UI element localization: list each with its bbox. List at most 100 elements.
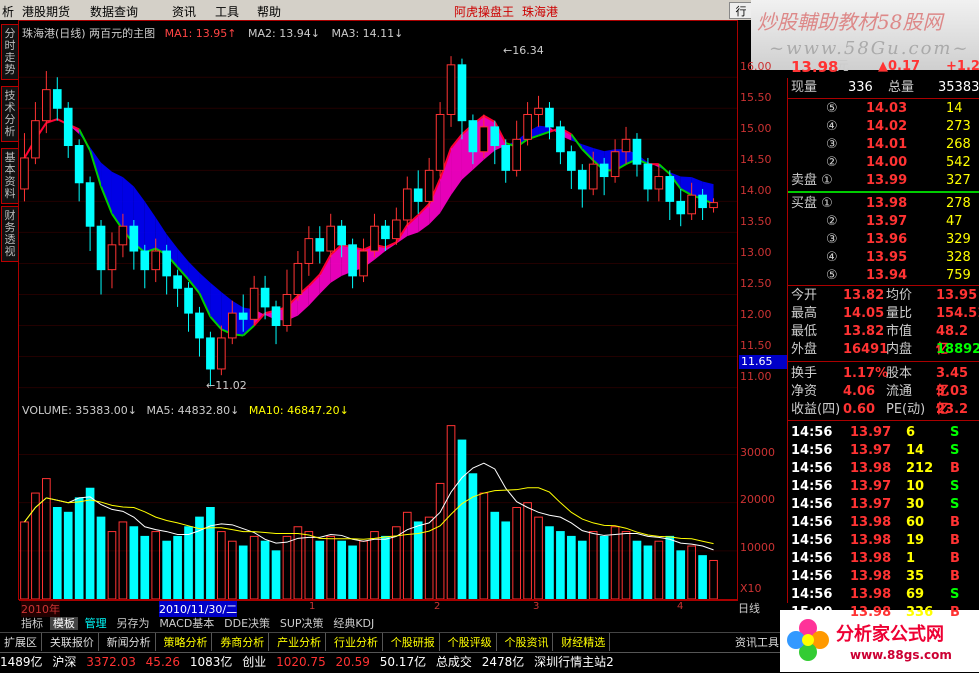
volume-chart[interactable] <box>19 416 737 599</box>
menu-data-query[interactable]: 数据查询 <box>90 3 138 20</box>
volume-bar <box>709 559 718 599</box>
tab-stock-news[interactable]: 个股资讯 <box>500 633 554 651</box>
candle-body <box>206 337 215 370</box>
menu-tools[interactable]: 工具 <box>215 3 239 20</box>
status-total-label: 总成交 <box>435 655 472 669</box>
tab-research[interactable]: 个股研报 <box>387 633 440 651</box>
status-index-name-cy: 创业 <box>242 655 267 669</box>
stat-row-2: 最低 13.82 市值 48.2亿 <box>791 324 969 357</box>
bid-level-4: ④ 13.95 328 <box>826 250 971 265</box>
date-bar: 2010年 2010/11/30/二 1 2 3 4 <box>19 600 738 617</box>
tab-manage[interactable]: 管理 <box>82 617 110 630</box>
tab-industry-chain[interactable]: 产业分析 <box>273 633 327 651</box>
volume-bar <box>556 531 565 599</box>
volume-bar <box>96 516 106 599</box>
ask-level-1: 卖盘 ① 13.99 327 <box>791 173 971 188</box>
candle-body <box>348 244 357 277</box>
volume-ma-line <box>24 462 714 551</box>
candle-body <box>195 312 204 339</box>
volume-row: 现量 336 总量 35383 <box>791 80 979 95</box>
tick-row: 14:56 13.97 10 S <box>791 479 960 494</box>
candle-body <box>392 219 401 240</box>
date-mark-2: 2 <box>434 601 441 612</box>
status-index-name-sh: 沪深 <box>52 655 77 669</box>
watermark-url: www.88gs.com <box>850 648 952 662</box>
ask-level-4: ④ 14.02 273 <box>826 119 971 134</box>
date-mark-3: 3 <box>533 601 540 612</box>
price-tick: 11.00 <box>740 370 772 383</box>
tab-news-analysis[interactable]: 新闻分析 <box>103 633 156 651</box>
candle-body <box>31 120 40 159</box>
candle-body <box>359 250 368 277</box>
ma1-value: MA1: 13.95↑ <box>164 27 237 40</box>
market-button[interactable]: 行 <box>729 2 753 19</box>
menu-hk-futures[interactable]: 港股期货 <box>22 3 70 20</box>
candle-body <box>413 188 423 202</box>
tick-row: 14:56 13.98 69 S <box>791 587 960 602</box>
candle-body <box>512 138 521 171</box>
tab-related-quote[interactable]: 关联报价 <box>46 633 99 651</box>
tick-row: 14:56 13.97 6 S <box>791 425 960 440</box>
volume-bar <box>129 526 139 599</box>
tab-indicator[interactable]: 指标 <box>18 617 46 630</box>
price-pct: +1.2 <box>946 59 979 74</box>
tab-finance-select[interactable]: 财经精选 <box>557 633 611 651</box>
candle-body <box>260 287 270 308</box>
candle-body <box>621 138 631 153</box>
volume-bar <box>402 511 412 599</box>
candle-body <box>52 89 62 109</box>
tab-dde[interactable]: DDE决策 <box>221 617 273 630</box>
bid-level-3: ③ 13.96 329 <box>826 232 971 247</box>
candle-body <box>271 306 281 327</box>
volume-bar <box>643 545 653 599</box>
tab-broker[interactable]: 券商分析 <box>216 633 270 651</box>
candle-body <box>556 126 565 153</box>
volume-bar <box>20 521 29 599</box>
tab-sup[interactable]: SUP决策 <box>277 617 327 630</box>
status-server: 深圳行情主站2 <box>534 655 614 669</box>
volume-bar <box>271 550 281 599</box>
bid-level-1: 买盘 ① 13.98 278 <box>791 196 971 211</box>
volume-bar <box>435 482 445 599</box>
brand-line2: ~www.58Gu.com~ <box>769 38 970 59</box>
menu-news[interactable]: 资讯 <box>172 3 196 20</box>
tab-sector[interactable]: 行业分析 <box>330 633 383 651</box>
tab-technical[interactable]: 技术分析 <box>1 86 19 142</box>
candle-body <box>74 145 84 184</box>
date-mark-4: 4 <box>677 601 684 612</box>
bid-level-5: ⑤ 13.94 759 <box>826 268 971 283</box>
volume-bar <box>140 535 150 599</box>
price-tick: 13.00 <box>740 246 772 259</box>
volume-bar <box>348 545 357 599</box>
tab-kdj[interactable]: 经典KDJ <box>330 617 377 630</box>
tab-finance[interactable]: 财务透视 <box>1 206 19 262</box>
volume-bar <box>468 473 478 599</box>
kline-chart[interactable] <box>19 40 737 400</box>
tab-rating[interactable]: 个股评级 <box>444 633 497 651</box>
status-change-cy: 20.59 <box>335 655 370 669</box>
tab-save-as[interactable]: 另存为 <box>113 617 152 630</box>
tab-fundamental[interactable]: 基本资料 <box>1 148 19 204</box>
menu-analysis[interactable]: 析 <box>2 3 14 20</box>
tab-strategy[interactable]: 策略分析 <box>159 633 213 651</box>
tick-row: 14:56 13.98 35 B <box>791 569 960 584</box>
ma-band <box>451 134 462 196</box>
price-tick: 14.00 <box>740 184 772 197</box>
menu-help[interactable]: 帮助 <box>257 3 281 20</box>
news-tool-label[interactable]: 资讯工具 <box>735 634 779 650</box>
quote-panel: 13.98 元 ▲0.17 +1.2 现量 336 总量 35383 ⑤ 14.0… <box>787 58 979 620</box>
price-tick: 15.50 <box>740 91 772 104</box>
left-tabs: 分时走势 技术分析 基本资料 财务透视 <box>0 20 19 632</box>
tab-extend[interactable]: 扩展区 <box>0 633 42 651</box>
tab-template[interactable]: 模板 <box>49 617 78 630</box>
tab-timeshare[interactable]: 分时走势 <box>1 24 19 80</box>
chart-header: 珠海港(日线) 两百元的主图 MA1: 13.95↑ MA2: 13.94↓ M… <box>22 25 403 41</box>
volume-bar <box>249 535 259 599</box>
candle-body <box>42 89 51 122</box>
vol-unit: X10 <box>740 582 762 595</box>
tab-macd[interactable]: MACD基本 <box>156 617 217 630</box>
ask-level-5: ⑤ 14.03 14 <box>826 101 963 116</box>
volume-bar <box>173 535 182 599</box>
candle-body <box>293 262 303 295</box>
price-tick: 12.00 <box>740 308 772 321</box>
